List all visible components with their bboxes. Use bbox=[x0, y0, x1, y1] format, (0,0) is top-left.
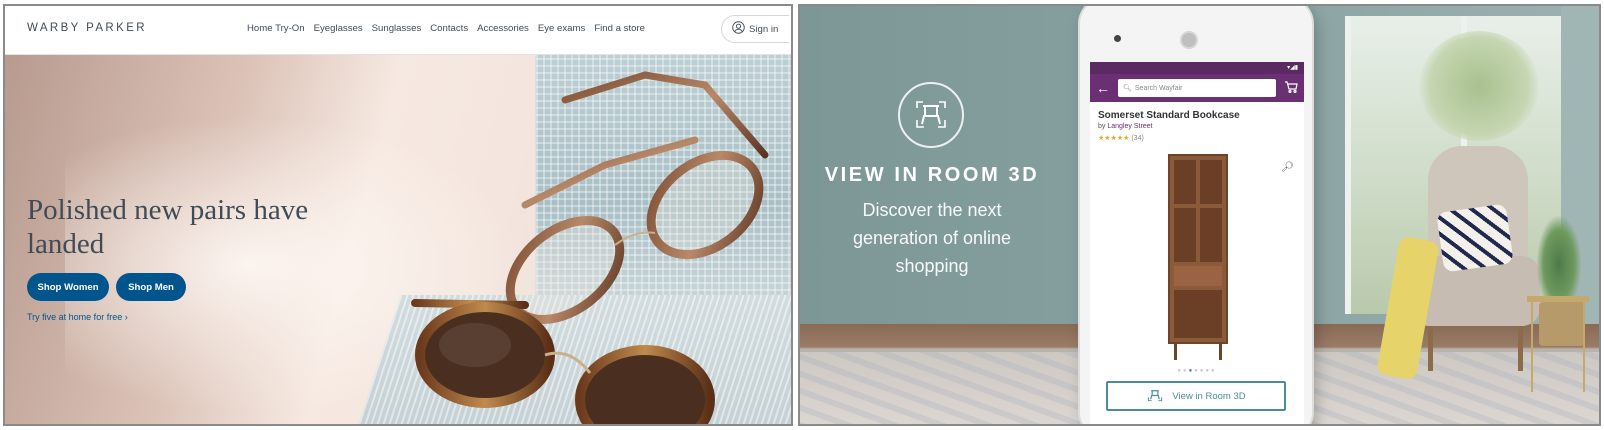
rating-stars: ★★★★★ bbox=[1098, 135, 1130, 142]
by-prefix: by bbox=[1098, 123, 1106, 130]
shop-women-button[interactable]: Shop Women bbox=[27, 273, 109, 301]
tree-outside-window bbox=[1419, 31, 1539, 141]
search-icon: 🔍︎ bbox=[1123, 85, 1132, 92]
warby-parker-logo[interactable]: WARBY PARKER bbox=[27, 22, 147, 34]
main-nav: Home Try-On Eyeglasses Sunglasses Contac… bbox=[247, 23, 645, 34]
nav-home-try-on[interactable]: Home Try-On bbox=[247, 23, 305, 34]
view-in-room-3d-button[interactable]: View in Room 3D bbox=[1106, 381, 1286, 411]
zoom-icon[interactable]: 🔎︎ bbox=[1281, 162, 1294, 173]
hero-headline: Polished new pairs have landed bbox=[27, 194, 309, 260]
nav-eyeglasses[interactable]: Eyeglasses bbox=[314, 23, 363, 34]
nav-find-a-store[interactable]: Find a store bbox=[594, 23, 645, 34]
status-bar: ▾◢▮ bbox=[1090, 62, 1304, 74]
potted-plant bbox=[1537, 216, 1581, 296]
product-brand-line: by Langley Street bbox=[1098, 123, 1296, 130]
image-carousel-dots[interactable]: ●●●●●●● bbox=[1090, 368, 1304, 374]
app-bar: ← 🔍︎ Search Wayfair bbox=[1090, 74, 1304, 102]
product-rating: ★★★★★ (34) bbox=[1098, 134, 1296, 142]
search-placeholder: Search Wayfair bbox=[1134, 84, 1183, 92]
view-in-room-3d-icon bbox=[898, 82, 964, 148]
product-title: Somerset Standard Bookcase bbox=[1098, 110, 1240, 121]
user-icon bbox=[732, 21, 745, 37]
phone-camera bbox=[1114, 35, 1121, 42]
back-arrow-icon[interactable]: ← bbox=[1096, 80, 1110, 96]
bookcase-product-image bbox=[1168, 154, 1228, 360]
nav-accessories[interactable]: Accessories bbox=[477, 23, 529, 34]
wayfair-panel: VIEW IN ROOM 3D Discover the next genera… bbox=[798, 4, 1601, 426]
cart-icon[interactable] bbox=[1284, 80, 1298, 96]
search-input[interactable]: 🔍︎ Search Wayfair bbox=[1118, 79, 1276, 97]
sign-in-button[interactable]: Sign in bbox=[721, 15, 789, 43]
warby-parker-panel: WARBY PARKER Home Try-On Eyeglasses Sung… bbox=[3, 4, 793, 426]
rating-count: (34) bbox=[1131, 135, 1144, 142]
view-in-room-3d-heading: VIEW IN ROOM 3D bbox=[824, 164, 1040, 186]
nav-eye-exams[interactable]: Eye exams bbox=[538, 23, 585, 34]
throw-pillow bbox=[1436, 203, 1514, 273]
phone-speaker bbox=[1180, 31, 1198, 49]
nav-sunglasses[interactable]: Sunglasses bbox=[372, 23, 422, 34]
shop-men-button[interactable]: Shop Men bbox=[116, 273, 186, 301]
site-header: WARBY PARKER Home Try-On Eyeglasses Sung… bbox=[5, 6, 791, 55]
view-3d-icon bbox=[1146, 386, 1164, 407]
view-in-room-3d-label: View in Room 3D bbox=[1172, 390, 1246, 402]
view-in-room-3d-subtitle: Discover the next generation of online s… bbox=[852, 200, 1012, 276]
product-brand-link[interactable]: Langley Street bbox=[1107, 123, 1152, 130]
phone-screen: ▾◢▮ ← 🔍︎ Search Wayfair Somerset Standar… bbox=[1090, 62, 1304, 424]
sign-in-label: Sign in bbox=[749, 23, 779, 35]
try-at-home-link[interactable]: Try five at home for free › bbox=[27, 312, 128, 322]
smartphone-mockup: ▾◢▮ ← 🔍︎ Search Wayfair Somerset Standar… bbox=[1080, 6, 1312, 424]
hero-banner: Polished new pairs have landed Shop Wome… bbox=[5, 55, 791, 424]
nav-contacts[interactable]: Contacts bbox=[430, 23, 468, 34]
armchair-image bbox=[1376, 146, 1540, 386]
side-table bbox=[1527, 296, 1589, 396]
